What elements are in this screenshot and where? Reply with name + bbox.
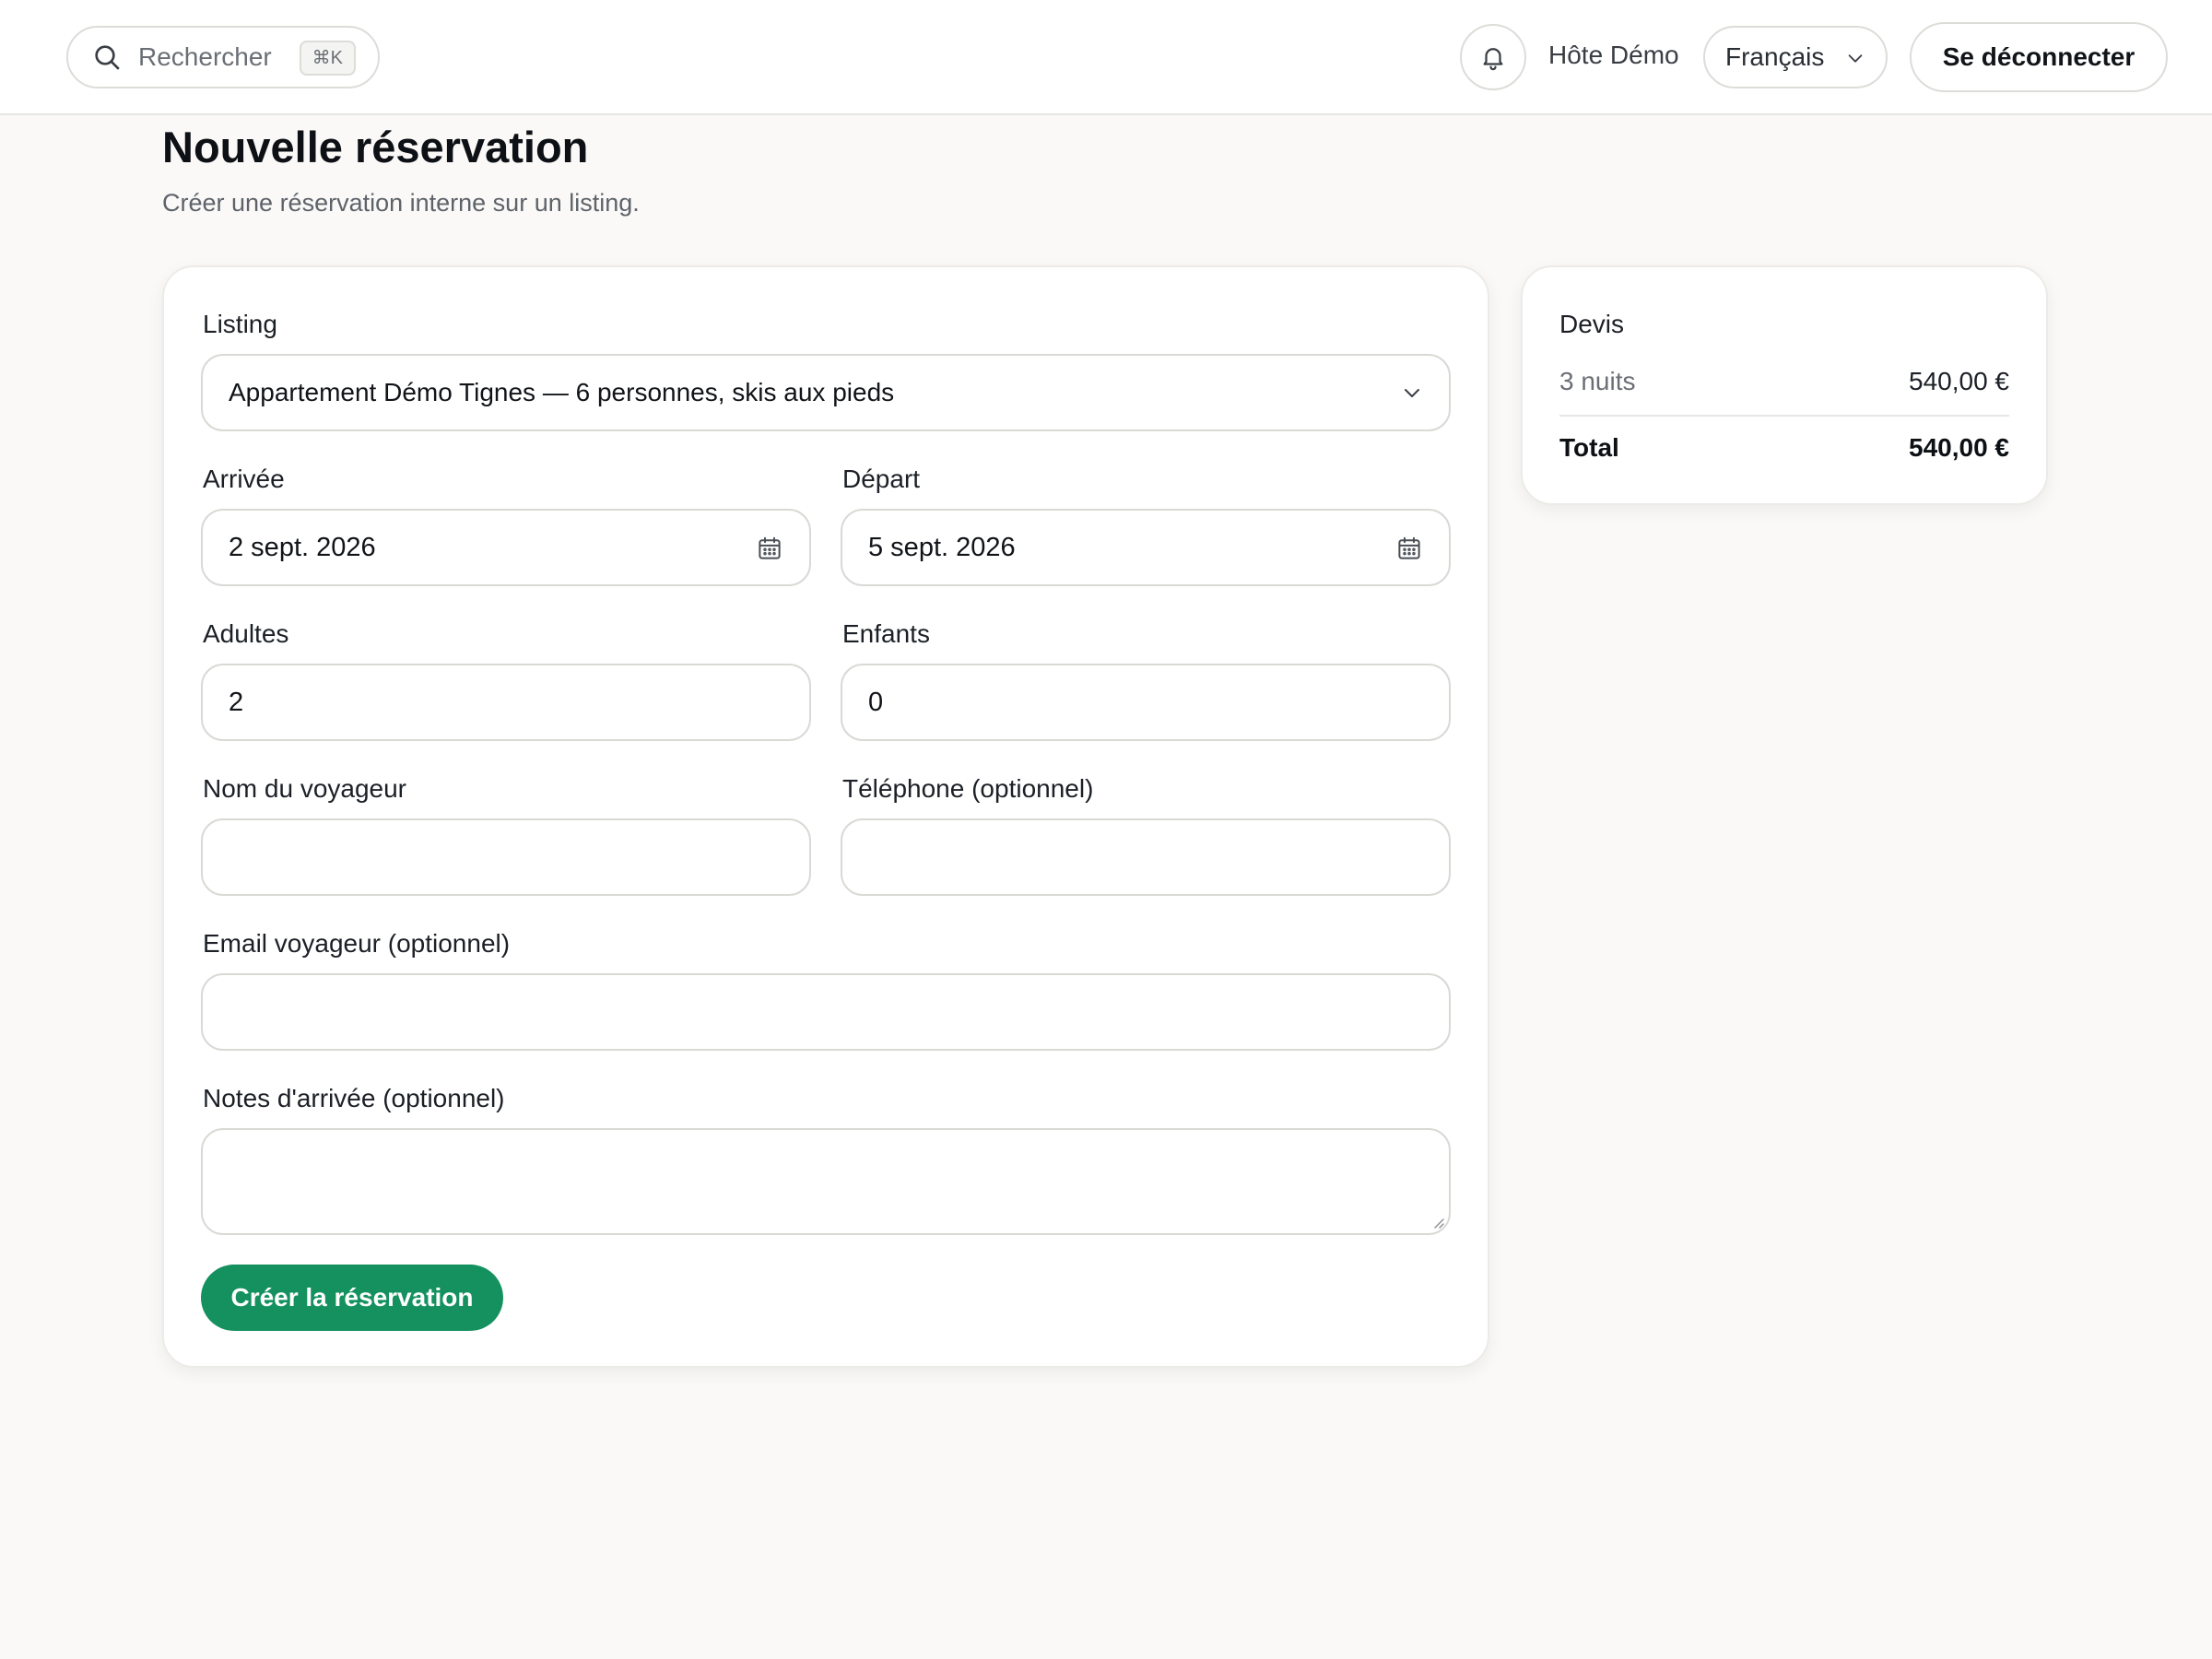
departure-date-input[interactable]: 5 sept. 2026 — [841, 509, 1451, 586]
nights-amount: 540,00 € — [1909, 367, 2009, 395]
guest-name-label: Nom du voyageur — [203, 774, 407, 803]
adults-label: Adultes — [203, 619, 289, 648]
notifications-button[interactable] — [1460, 24, 1526, 90]
email-input[interactable] — [201, 973, 1451, 1051]
reservation-form: Listing Appartement Démo Tignes — 6 pers… — [162, 265, 1489, 1368]
children-value: 0 — [868, 687, 884, 717]
page-title: Nouvelle réservation — [162, 123, 589, 171]
quote-total-row: Total 540,00 € — [1559, 433, 2009, 463]
total-label: Total — [1559, 433, 1619, 462]
quote-title: Devis — [1559, 310, 1625, 338]
logout-button[interactable]: Se déconnecter — [1910, 22, 2168, 92]
departure-value: 5 sept. 2026 — [868, 532, 1016, 562]
notes-textarea[interactable] — [201, 1128, 1451, 1235]
phone-input[interactable] — [841, 818, 1451, 896]
nights-label: 3 nuits — [1559, 367, 1636, 395]
email-label: Email voyageur (optionnel) — [203, 929, 511, 958]
phone-label: Téléphone (optionnel) — [842, 774, 1094, 803]
adults-input[interactable]: 2 — [201, 664, 811, 741]
user-name: Hôte Démo — [1548, 41, 1679, 69]
search-box[interactable]: Rechercher ⌘K — [66, 26, 380, 88]
language-selected: Français — [1725, 42, 1825, 71]
guest-name-input[interactable] — [201, 818, 811, 896]
children-label: Enfants — [842, 619, 930, 648]
arrival-label: Arrivée — [203, 465, 285, 493]
language-select[interactable]: Français — [1703, 26, 1888, 88]
departure-label: Départ — [842, 465, 921, 493]
listing-select[interactable]: Appartement Démo Tignes — 6 personnes, s… — [201, 354, 1451, 431]
search-icon — [95, 45, 120, 70]
chevron-down-icon — [1405, 389, 1419, 397]
quote-card: Devis 3 nuits 540,00 € Total 540,00 € — [1521, 265, 2048, 505]
listing-value: Appartement Démo Tignes — 6 personnes, s… — [229, 378, 895, 406]
notes-label: Notes d'arrivée (optionnel) — [203, 1084, 505, 1112]
create-reservation-button[interactable]: Créer la réservation — [201, 1265, 503, 1331]
children-input[interactable]: 0 — [841, 664, 1451, 741]
calendar-icon[interactable] — [756, 535, 783, 562]
chevron-down-icon — [1848, 54, 1863, 63]
top-bar: Rechercher ⌘K Hôte Démo Français Se déco… — [0, 0, 2212, 115]
arrival-date-input[interactable]: 2 sept. 2026 — [201, 509, 811, 586]
calendar-icon[interactable] — [1395, 535, 1423, 562]
bell-icon — [1483, 48, 1503, 71]
arrival-value: 2 sept. 2026 — [229, 532, 376, 562]
quote-nights-row: 3 nuits 540,00 € — [1559, 367, 2009, 396]
total-amount: 540,00 € — [1909, 433, 2009, 462]
page-subtitle: Créer une réservation interne sur un lis… — [162, 189, 640, 217]
search-shortcut-badge: ⌘K — [299, 41, 356, 76]
listing-label: Listing — [203, 310, 277, 338]
resize-handle-icon[interactable] — [1430, 1215, 1445, 1230]
quote-divider — [1559, 415, 2009, 417]
adults-value: 2 — [229, 687, 244, 717]
search-placeholder: Rechercher — [138, 42, 272, 71]
